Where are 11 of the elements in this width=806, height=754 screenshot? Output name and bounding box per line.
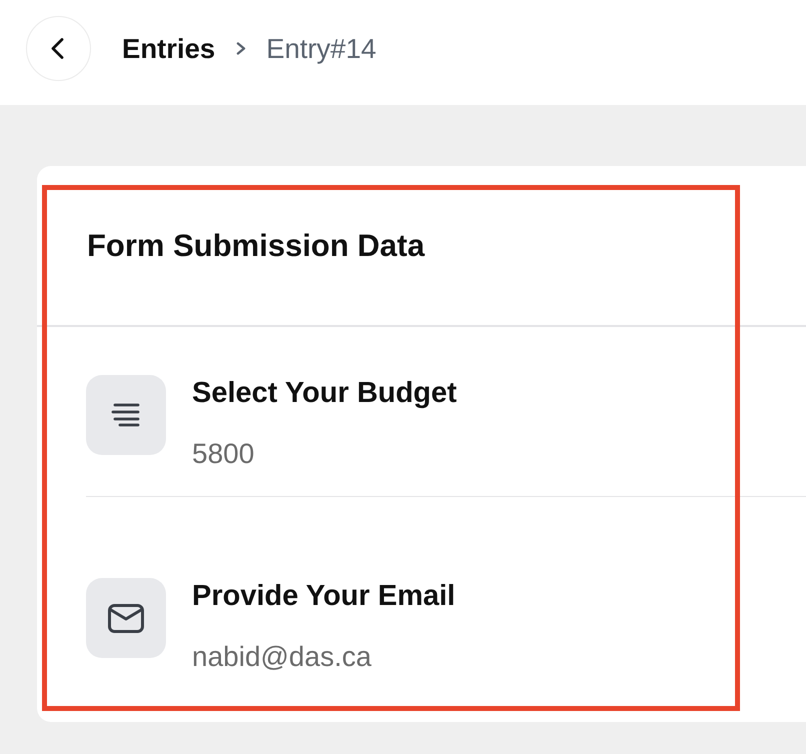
chevron-right-icon bbox=[236, 42, 246, 55]
breadcrumb-current: Entry#14 bbox=[266, 32, 376, 66]
card-title: Form Submission Data bbox=[87, 228, 425, 264]
breadcrumb-link[interactable]: Entries bbox=[122, 32, 216, 66]
field-value: nabid@das.ca bbox=[192, 640, 372, 674]
field-value: 5800 bbox=[192, 436, 254, 470]
field-label: Select Your Budget bbox=[192, 376, 457, 410]
lines-icon bbox=[86, 374, 166, 454]
envelope-icon bbox=[86, 578, 166, 658]
field-label: Provide Your Email bbox=[192, 579, 456, 613]
chevron-left-icon bbox=[51, 38, 64, 59]
